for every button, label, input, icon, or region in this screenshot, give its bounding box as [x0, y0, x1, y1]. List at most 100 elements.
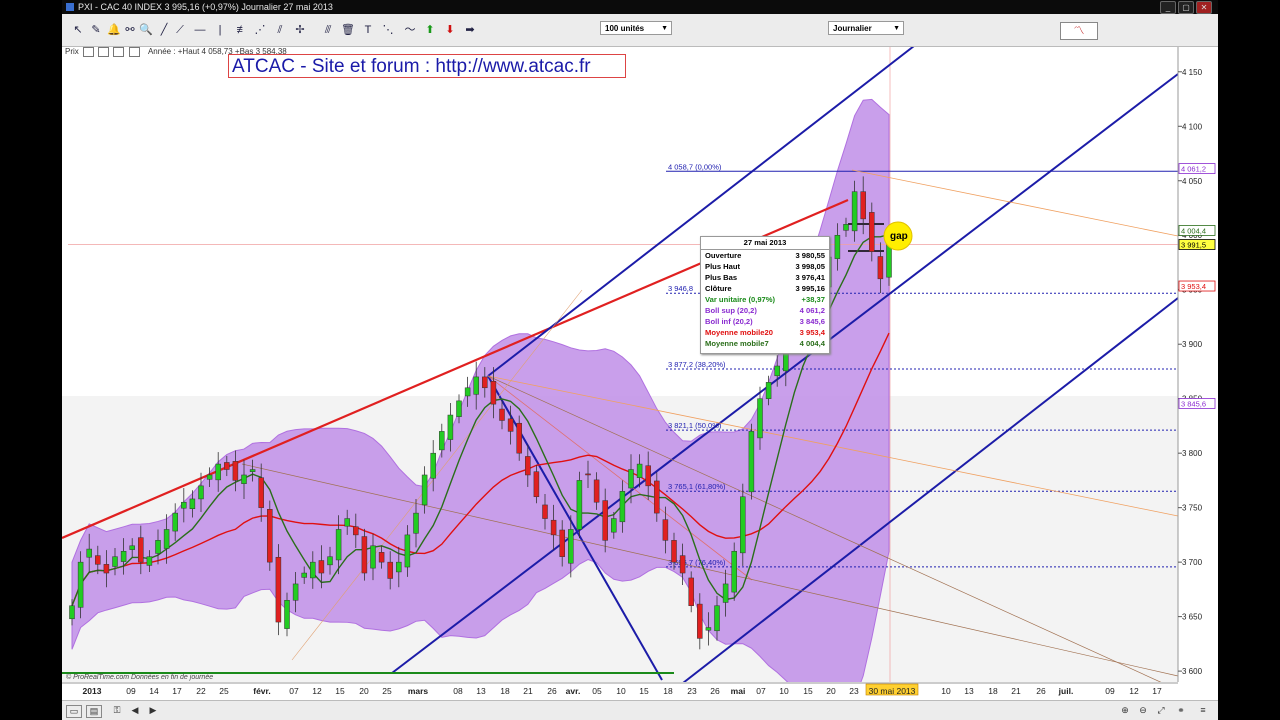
candle-body [628, 469, 634, 489]
parallel-lines-icon[interactable]: ⫻ [320, 22, 336, 38]
info-box-row-label: Boll inf (20,2) [705, 317, 753, 326]
candle-body [189, 498, 196, 509]
fib-fan-icon[interactable]: ⋱ [380, 22, 396, 38]
x-tick-label: 20 [359, 686, 369, 696]
info-box-row: Clôture 3 995,16 [701, 283, 829, 294]
arrow-right-icon[interactable]: ➡ [462, 22, 478, 38]
magnet-icon[interactable]: ⚯ [122, 22, 138, 38]
candle-body [241, 474, 247, 484]
candle-body [292, 583, 299, 601]
candle-body [456, 400, 462, 417]
scroll-left-icon[interactable]: ◀ [128, 705, 142, 716]
info-box-row: Ouverture 3 980,55 [701, 250, 829, 261]
candle-body [69, 605, 75, 620]
candle-body [146, 556, 153, 566]
y-tick-label: 4 050 [1182, 177, 1203, 186]
horizontal-line-icon[interactable]: — [192, 22, 208, 38]
info-box-row: Moyenne mobile20 3 953,4 [701, 327, 829, 338]
add-indicator-icon[interactable] [128, 47, 140, 57]
arrow-up-icon[interactable]: ⬆ [422, 22, 438, 38]
x-tick-label: 12 [312, 686, 322, 696]
price-marker-label: 4 061,2 [1181, 165, 1206, 174]
x-tick-label: 13 [476, 686, 486, 696]
delete-icon[interactable]: 🗑 [340, 22, 356, 38]
candle-body [705, 627, 712, 631]
x-tick-label: 10 [941, 686, 951, 696]
y-tick-label: 3 700 [1182, 558, 1203, 567]
zoom-out-icon[interactable]: ⊖ [1136, 705, 1150, 716]
candle-body [507, 418, 514, 432]
x-tick-label: avr. [566, 686, 581, 696]
properties-icon[interactable] [83, 47, 95, 57]
close-button[interactable]: ✕ [1196, 1, 1212, 14]
candle-body [301, 572, 307, 578]
candle-body [533, 471, 540, 498]
screen-icon[interactable]: ▭ [66, 705, 82, 718]
minimize-button[interactable]: _ [1160, 1, 1176, 14]
candle-body [163, 529, 170, 549]
candle-body [550, 519, 557, 536]
close-panel-icon[interactable] [113, 47, 125, 57]
link-icon[interactable]: ⚭ [1174, 705, 1188, 716]
x-tick-label: 21 [1011, 686, 1021, 696]
y-tick-label: 3 750 [1182, 504, 1203, 513]
candle-body [129, 545, 135, 550]
period-select[interactable]: Journalier ▼ [828, 21, 904, 35]
ruler-tool-icon[interactable]: ✎ [88, 22, 104, 38]
info-box-row-value: 4 004,4 [799, 339, 825, 348]
ray-tool-icon[interactable]: ⟋ [172, 22, 188, 38]
info-box-row-value: +38,37 [801, 295, 825, 304]
channel-tool-icon[interactable]: ⫽ [272, 22, 288, 38]
fibonacci-tool-icon[interactable]: ≢ [234, 22, 250, 38]
x-tick-label: 15 [803, 686, 813, 696]
zoom-in-icon[interactable]: ⊕ [1118, 705, 1132, 716]
candle-body [722, 583, 729, 603]
text-tool-icon[interactable]: T [360, 22, 376, 38]
scroll-right-icon[interactable]: ▶ [146, 705, 160, 716]
y-tick-label: 3 800 [1182, 449, 1203, 458]
fit-icon[interactable]: ⤢ [1154, 705, 1168, 716]
settings-icon[interactable] [98, 47, 110, 57]
candle-body [206, 474, 213, 480]
candle-body [318, 560, 325, 574]
zoom-icon[interactable]: 🔍 [138, 22, 154, 38]
candle-body [851, 191, 858, 232]
candle-body [576, 480, 583, 530]
alert-bell-icon[interactable]: 🔔 [106, 22, 122, 38]
units-select-value: 100 unités [605, 24, 645, 33]
fib-level-label: 3 877,2 (38,20%) [668, 360, 726, 369]
wave-tool-icon[interactable]: 〜 [402, 22, 418, 38]
x-tick-label: 26 [710, 686, 720, 696]
candle-body [765, 382, 772, 399]
arrow-down-icon[interactable]: ⬇ [442, 22, 458, 38]
app-icon [66, 3, 74, 11]
vertical-line-icon[interactable]: | [212, 22, 228, 38]
cross-tool-icon[interactable]: ✢ [292, 22, 308, 38]
trendline-tool-icon[interactable]: ╱ [156, 22, 172, 38]
menu-icon[interactable]: ≡ [1196, 705, 1210, 716]
candle-body [714, 605, 720, 632]
pointer-tool-icon[interactable]: ↖ [70, 22, 86, 38]
y-tick-label: 4 150 [1182, 68, 1203, 77]
candle-body [473, 376, 479, 395]
candle-body [232, 461, 239, 481]
fan-tool-icon[interactable]: ⋰ [252, 22, 268, 38]
info-box-row-label: Moyenne mobile7 [705, 339, 769, 348]
x-tick-label: 30 mai 2013 [869, 686, 916, 696]
status-bar: ▭ ▤ ⚿ ◀ ▶ ⊕ ⊖ ⤢ ⚭ ≡ [62, 700, 1218, 720]
candle-body [258, 477, 264, 508]
layout-icon[interactable]: ▤ [86, 705, 102, 718]
info-box-row: Var unitaire (0,97%) +38,37 [701, 294, 829, 305]
candle-body [860, 191, 866, 220]
maximize-button[interactable]: ▢ [1178, 1, 1194, 14]
x-tick-label: févr. [253, 686, 271, 696]
lock-icon[interactable]: ⚿ [110, 705, 124, 716]
candle-body [224, 462, 230, 470]
app-window: 4 058,7 (0,00%) 3 946,8 3 877,2 (38,20%) 3 … [62, 0, 1218, 720]
price-label: Prix [65, 47, 79, 57]
y-tick-label: 3 600 [1182, 667, 1203, 676]
units-select[interactable]: 100 unités ▼ [600, 21, 672, 35]
indicators-icon[interactable]: 〽 [1060, 22, 1098, 40]
candle-body [215, 463, 221, 481]
x-tick-label: 15 [335, 686, 345, 696]
